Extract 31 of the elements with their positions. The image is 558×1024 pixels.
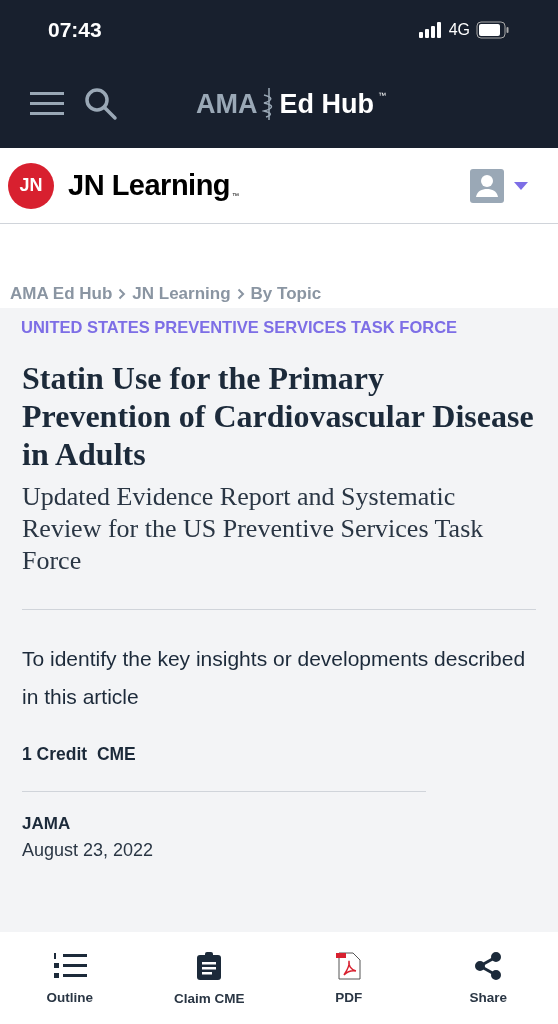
objective-text: To identify the key insights or developments described in this article bbox=[22, 646, 527, 710]
avatar-icon bbox=[470, 168, 504, 203]
toolbar-button[interactable]: Outline bbox=[0, 932, 140, 1024]
search-button[interactable] bbox=[84, 87, 118, 121]
pdf-file-icon bbox=[335, 951, 362, 980]
logo-text: Ed Hub bbox=[279, 88, 374, 120]
caret-icon bbox=[514, 181, 528, 190]
site-title: JN Learning bbox=[68, 169, 231, 202]
signal-icon bbox=[418, 22, 443, 38]
credit-label: 1 Credit CME bbox=[22, 744, 137, 765]
toolbar-button[interactable]: PDF bbox=[279, 932, 419, 1024]
toolbar-button[interactable]: Claim CME bbox=[139, 932, 279, 1024]
trademark-mark: ™ bbox=[378, 91, 386, 100]
chevron-icon bbox=[118, 288, 127, 300]
menu-button[interactable] bbox=[30, 91, 64, 117]
article-title: Statin Use for the Primary Prevention of Cardiovascular Disease in Adults bbox=[22, 359, 535, 473]
toolbar-button[interactable]: Share bbox=[418, 932, 558, 1024]
battery-icon bbox=[476, 21, 510, 39]
numbered-list-icon bbox=[52, 951, 87, 980]
network-type: 4G bbox=[448, 21, 470, 39]
share-icon bbox=[474, 951, 503, 980]
chevron-icon bbox=[236, 288, 245, 300]
journal-name: JAMA bbox=[22, 814, 72, 834]
account-button[interactable] bbox=[470, 168, 528, 203]
logo-text: AMA bbox=[196, 88, 258, 120]
clipboard-icon bbox=[196, 950, 223, 981]
journal-badge: JN bbox=[8, 162, 54, 209]
status-time: 07:43 bbox=[48, 18, 102, 42]
publication-date: August 23, 2022 bbox=[22, 840, 155, 861]
category-link[interactable]: UNITED STATES PREVENTIVE SERVICES TASK FORCE bbox=[21, 318, 536, 337]
article-subtitle: Updated Evidence Report and Systematic Review for the US Preventive Services Task Force bbox=[22, 481, 485, 577]
